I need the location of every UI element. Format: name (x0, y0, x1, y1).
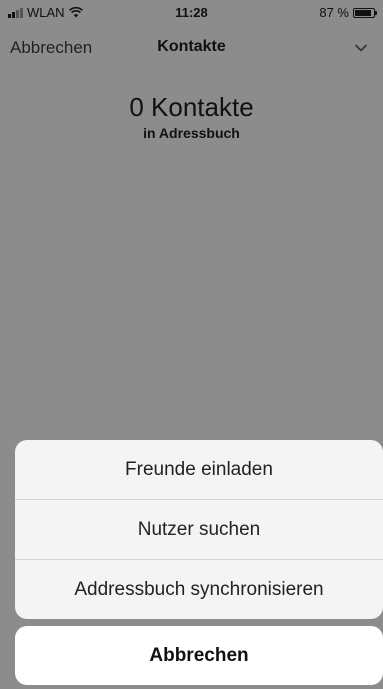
nav-bar: Abbrechen Kontakte (0, 38, 383, 62)
contact-count-block: 0 Kontakte in Adressbuch (0, 92, 383, 141)
sheet-cancel-button[interactable]: Abbrechen (15, 626, 383, 685)
status-bar: WLAN 11:28 87 % (0, 0, 383, 26)
battery-icon (353, 7, 377, 18)
search-users-button[interactable]: Nutzer suchen (15, 500, 383, 560)
status-right: 87 % (319, 5, 377, 20)
battery-fill (355, 9, 371, 16)
chevron-down-icon[interactable] (353, 40, 369, 56)
sync-addressbook-button[interactable]: Addressbuch synchronisieren (15, 560, 383, 619)
invite-friends-button[interactable]: Freunde einladen (15, 440, 383, 500)
contact-count-subtitle: in Adressbuch (143, 125, 240, 141)
action-sheet: Freunde einladen Nutzer suchen Addressbu… (15, 440, 383, 619)
contact-count: 0 Kontakte (129, 92, 254, 122)
page-title: Kontakte (157, 38, 226, 55)
battery-percent: 87 % (319, 5, 349, 20)
